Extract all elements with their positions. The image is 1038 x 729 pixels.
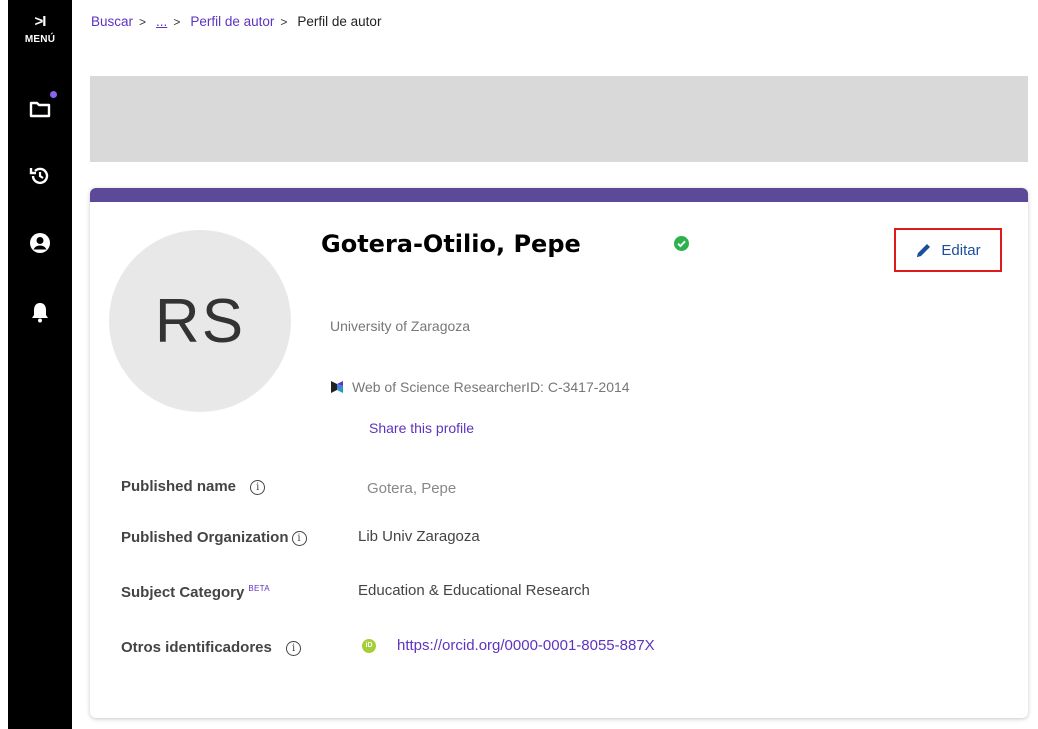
avatar: RS: [109, 230, 291, 412]
breadcrumb-author-profile-link[interactable]: Perfil de autor: [190, 14, 274, 29]
profile-card: RS Gotera-Otilio, Pepe Editar University…: [90, 188, 1028, 718]
sidebar: >I MENÚ: [8, 0, 72, 729]
share-profile-link[interactable]: Share this profile: [369, 420, 474, 436]
published-organization-label: Published Organization i: [121, 529, 307, 546]
wos-logo-icon: [331, 381, 343, 393]
researcher-id-text: Web of Science ResearcherID: C-3417-2014: [352, 379, 630, 395]
breadcrumb-separator: >: [173, 15, 181, 29]
edit-button[interactable]: Editar: [894, 228, 1002, 272]
breadcrumb-separator: >: [139, 15, 147, 29]
expand-menu-icon: >I: [34, 13, 47, 30]
info-icon[interactable]: i: [286, 641, 302, 656]
menu-label: MENÚ: [24, 34, 56, 45]
card-accent-bar: [90, 188, 1028, 202]
organization: University of Zaragoza: [330, 318, 471, 334]
subject-category-value: Education & Educational Research: [358, 582, 590, 599]
breadcrumb: Buscar >... > Perfil de autor > Perfil de aut…: [91, 14, 381, 29]
researcher-id: Web of Science ResearcherID: C-3417-2014: [330, 379, 630, 395]
subject-category-label: Subject Category BETA: [121, 584, 270, 601]
published-name-label: Published name i: [121, 478, 266, 495]
folder-icon[interactable]: [24, 91, 57, 125]
beta-badge: BETA: [248, 584, 270, 593]
published-name-value: Gotera, Pepe: [367, 480, 457, 497]
published-organization-value: Lib Univ Zaragoza: [358, 528, 480, 545]
author-name: Gotera-Otilio, Pepe: [321, 230, 581, 258]
breadcrumb-ellipsis[interactable]: ...: [156, 14, 167, 29]
breadcrumb-separator: >: [280, 15, 288, 29]
orcid-icon: iD: [362, 639, 376, 653]
breadcrumb-current: Perfil de autor: [297, 14, 382, 29]
notification-dot: [50, 91, 57, 98]
edit-label: Editar: [941, 241, 981, 259]
user-icon[interactable]: [24, 227, 56, 259]
menu-toggle[interactable]: >I MENÚ: [8, 13, 72, 46]
info-icon[interactable]: i: [291, 531, 307, 546]
other-identifiers-label: Otros identificadores i: [121, 639, 302, 656]
check-circle-icon: [674, 236, 689, 256]
orcid-link[interactable]: https://orcid.org/0000-0001-8055-887X: [397, 637, 655, 654]
orcid-value: https://orcid.org/0000-0001-8055-887X: [397, 637, 655, 654]
info-icon[interactable]: i: [250, 480, 266, 495]
profile-banner: [90, 76, 1028, 162]
history-icon[interactable]: [24, 160, 56, 192]
pencil-icon: [917, 244, 931, 257]
bell-icon[interactable]: [24, 296, 56, 328]
breadcrumb-buscar[interactable]: Buscar: [91, 14, 133, 29]
